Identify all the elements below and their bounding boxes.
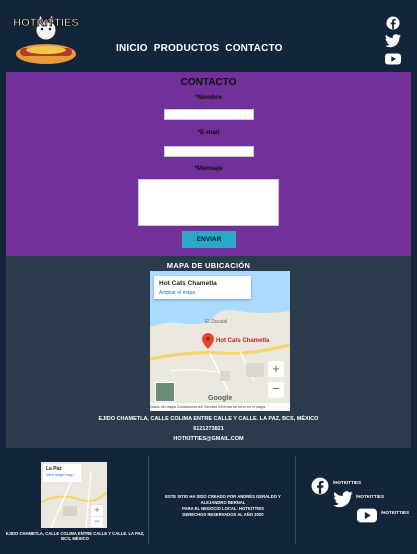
name-label: *Nombre	[194, 94, 223, 101]
contact-section: CONTACTO *Nombre *E-mail *Mensaje ENVIAR	[6, 72, 411, 256]
footer-divider-left	[148, 456, 149, 544]
enlarge-map-link[interactable]: Ampliar el mapa	[159, 290, 195, 296]
footer-mini-map[interactable]: La Paz View larger map + −	[41, 462, 107, 528]
nav-productos[interactable]: PRODUCTOS	[154, 43, 220, 54]
satellite-toggle[interactable]	[155, 382, 175, 402]
footer-divider-right	[295, 456, 296, 544]
nav-contacto[interactable]: CONTACTO	[225, 43, 282, 54]
mini-map-card: La Paz View larger map	[43, 464, 81, 482]
mini-map-link[interactable]: View larger map	[46, 473, 73, 477]
youtube-icon[interactable]	[385, 52, 401, 66]
embedded-map[interactable]: Hot Cats Chametla Ampliar el mapa El Zac…	[150, 271, 290, 411]
twitter-icon[interactable]	[385, 34, 401, 48]
credits-line-3: DERECHOS RESERVADOS AL AÑO 2020	[182, 512, 264, 517]
footer-facebook-icon[interactable]	[311, 477, 329, 495]
mini-map-title: La Paz	[46, 466, 62, 472]
email-input[interactable]	[164, 146, 254, 157]
credits-line-1: ESTE SITIO HA SIDO CREADO POR ANDRÉS GER…	[165, 494, 281, 505]
email-label: *E-mail	[197, 129, 220, 136]
footer-facebook-handle[interactable]: /HOTKITTIES	[333, 480, 361, 485]
logo-wordmark: HOTKITTIES	[13, 17, 78, 29]
social-links-top	[385, 16, 401, 70]
map-pin-icon[interactable]	[202, 333, 214, 349]
google-logo: Google	[208, 395, 233, 402]
name-input[interactable]	[164, 109, 254, 120]
map-section-title: MAPA DE UBICACIÓN	[166, 261, 251, 270]
facebook-icon[interactable]	[385, 16, 401, 30]
zoom-out-button[interactable]: −	[268, 382, 284, 398]
message-label: *Mensaje	[194, 165, 223, 172]
pin-label: Hot Cats Chametla	[216, 338, 270, 344]
hotkitties-logo[interactable]: HOTKITTIES	[6, 10, 86, 68]
send-button[interactable]: ENVIAR	[182, 231, 236, 248]
business-email[interactable]: HOTKITTIES@GMAIL.COM	[6, 436, 411, 442]
footer-credits: ESTE SITIO HA SIDO CREADO POR ANDRÉS GER…	[152, 494, 294, 518]
business-phone: 6121273821	[193, 426, 224, 432]
place-card: Hot Cats Chametla Ampliar el mapa	[154, 276, 251, 299]
contact-title: CONTACTO	[180, 77, 237, 88]
map-attribution: Datos del mapa Condiciones del Servicio …	[150, 403, 290, 411]
footer-twitter-handle[interactable]: /HOTKITTIES	[356, 494, 384, 499]
mini-zoom-out-button[interactable]: −	[91, 517, 103, 527]
header: HOTKITTIES INICIO PRODUCTOS CONTACTO	[0, 0, 417, 72]
footer: La Paz View larger map + − EJIDO CHAMETL…	[0, 448, 417, 554]
footer-address: EJIDO CHAMETLA, CALLE COLIMA ENTRE CALLE…	[5, 531, 145, 541]
place-name: Hot Cats Chametla	[159, 280, 217, 287]
message-textarea[interactable]	[138, 179, 279, 226]
footer-youtube-icon[interactable]	[356, 508, 378, 523]
nav-inicio[interactable]: INICIO	[116, 43, 148, 54]
area-label: El Zacatal	[205, 319, 228, 325]
zoom-in-button[interactable]: +	[268, 361, 284, 377]
map-section: MAPA DE UBICACIÓN Hot Cats Chametla Ampl…	[6, 256, 411, 448]
footer-twitter-icon[interactable]	[333, 491, 353, 508]
business-address: EJIDO CHAMETLA, CALLE COLIMA ENTRE CALLE…	[98, 416, 319, 422]
mini-zoom-in-button[interactable]: +	[91, 505, 103, 516]
main-nav: INICIO PRODUCTOS CONTACTO	[116, 43, 283, 54]
footer-youtube-handle[interactable]: /HOTKITTIES	[381, 510, 409, 515]
